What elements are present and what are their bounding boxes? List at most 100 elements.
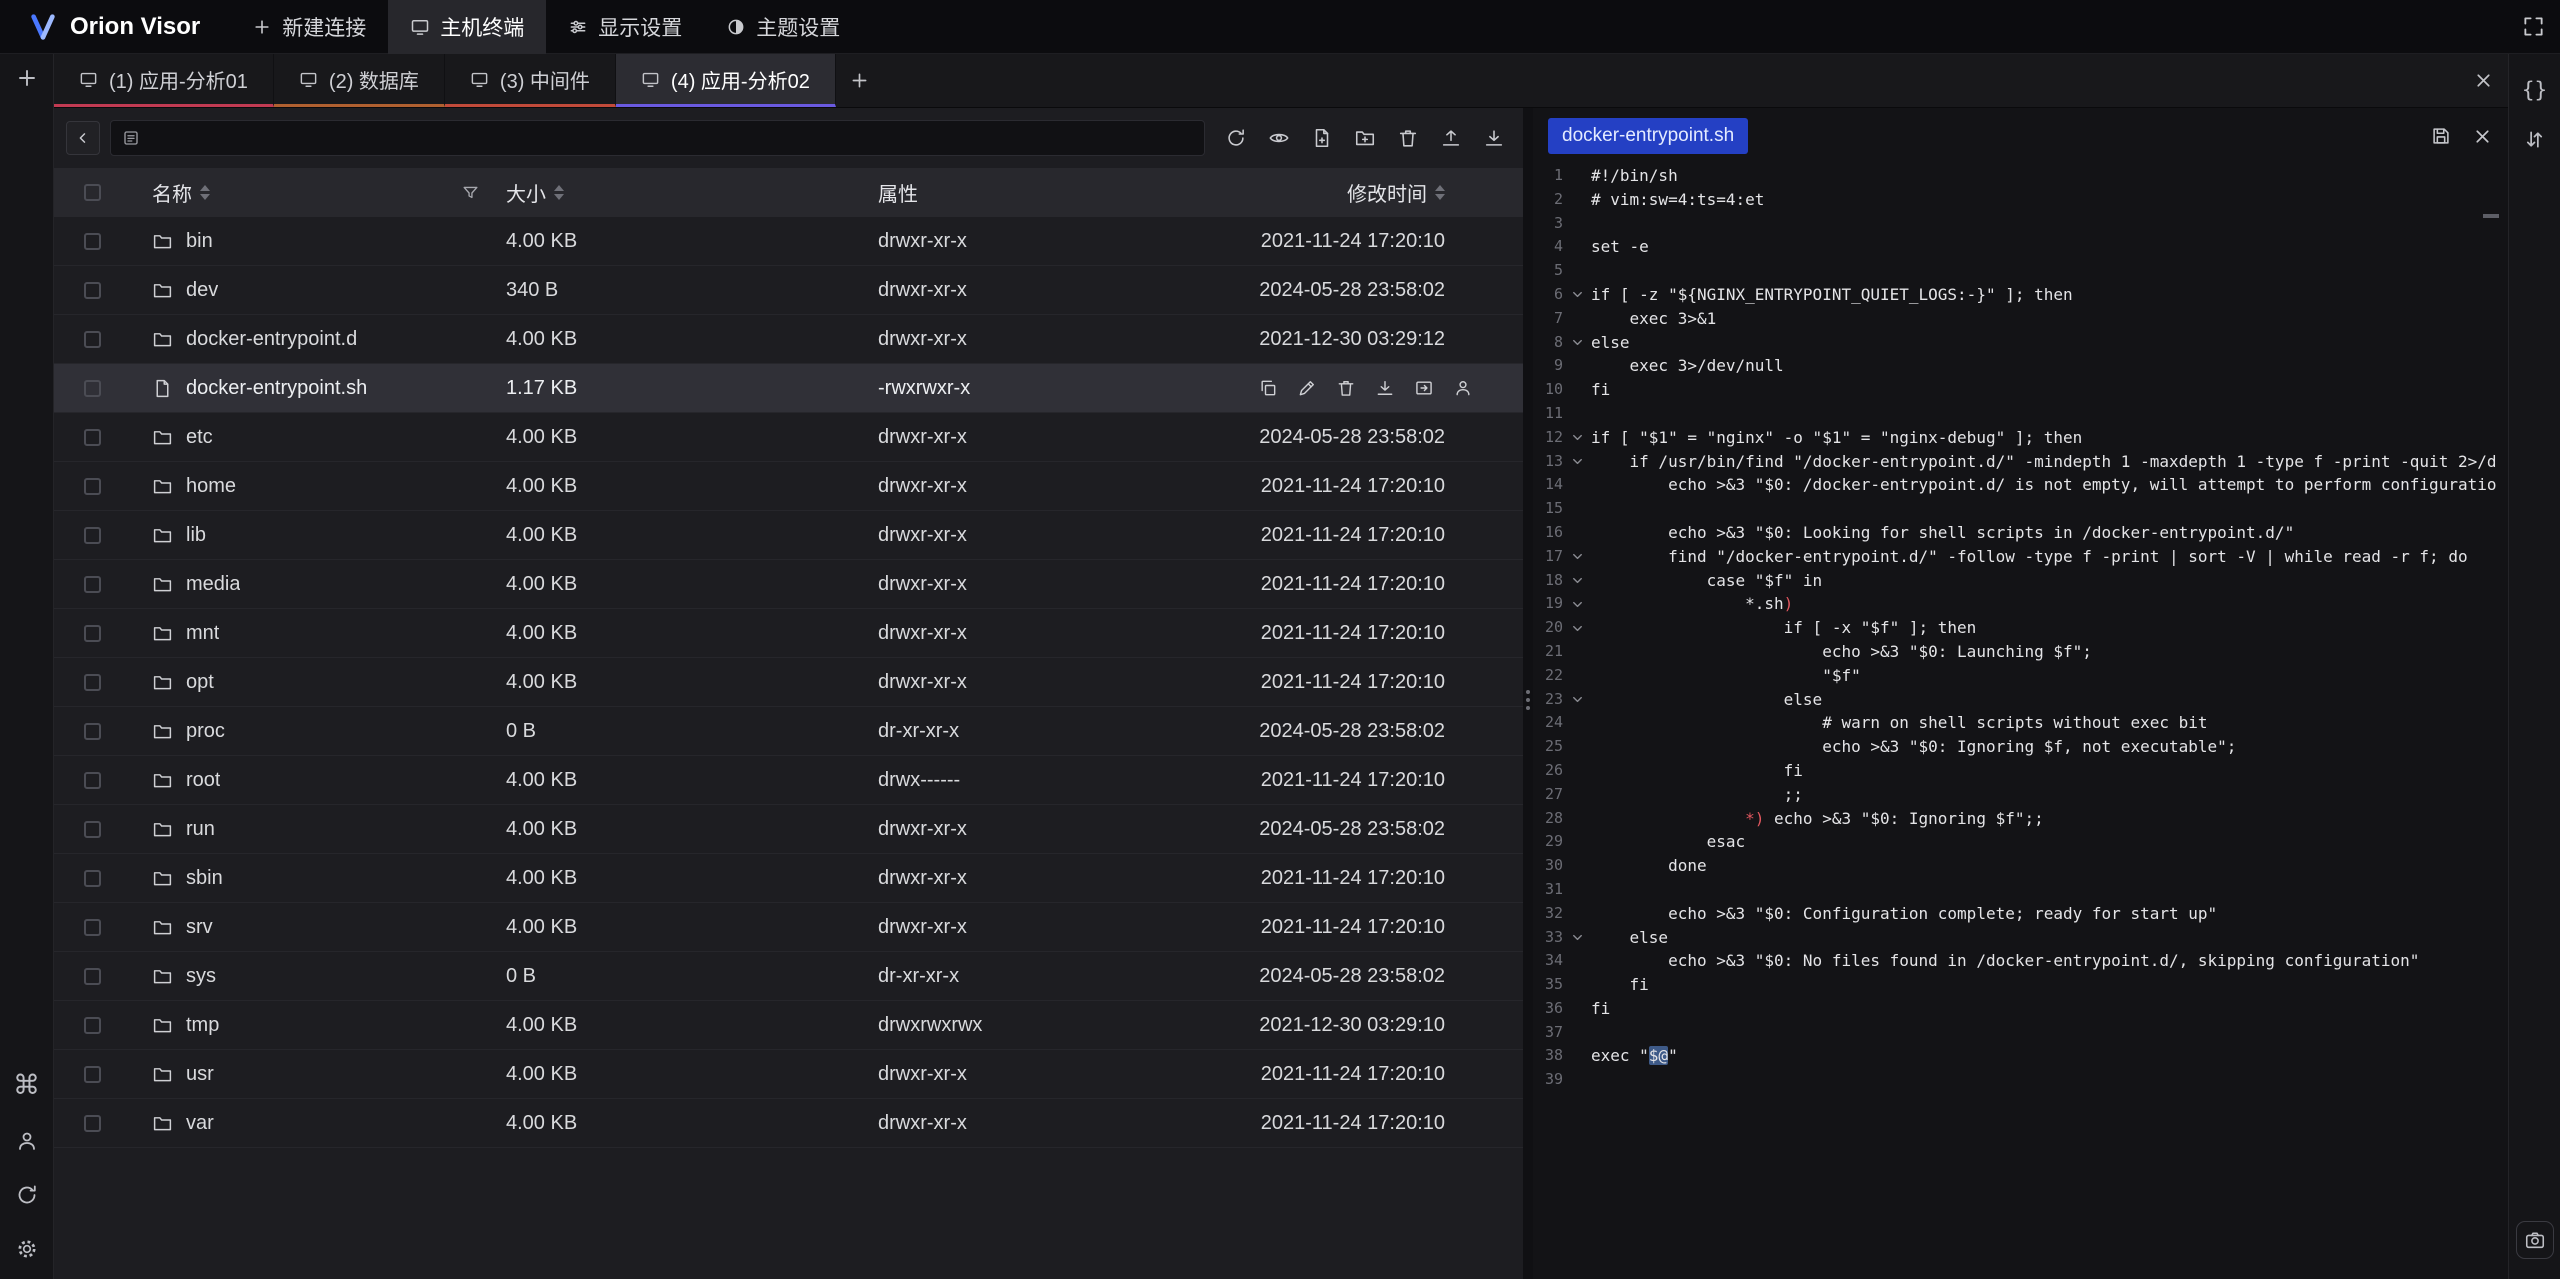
fold-chevron-icon[interactable] [1563,545,1591,569]
add-tab-plus-icon[interactable] [836,54,884,107]
row-checkbox[interactable] [84,625,101,642]
editor-file-tab[interactable]: docker-entrypoint.sh [1548,118,1748,154]
screenshot-camera-icon[interactable] [2516,1221,2554,1259]
file-name: mnt [186,622,219,645]
row-checkbox[interactable] [84,233,101,250]
file-row[interactable]: lib4.00 KBdrwxr-xr-x2021-11-24 17:20:10 [54,511,1523,560]
file-row[interactable]: sys0 Bdr-xr-xr-x2024-05-28 23:58:02 [54,952,1523,1001]
file-row[interactable]: run4.00 KBdrwxr-xr-x2024-05-28 23:58:02 [54,805,1523,854]
select-all-checkbox[interactable] [84,184,101,201]
save-icon[interactable] [2430,125,2452,147]
swap-vertical-icon[interactable] [2523,128,2546,151]
path-input[interactable] [110,120,1205,156]
row-checkbox[interactable] [84,380,101,397]
row-checkbox[interactable] [84,723,101,740]
download-icon[interactable] [1375,378,1395,398]
fullscreen-icon[interactable] [2522,15,2560,38]
row-checkbox[interactable] [84,331,101,348]
row-checkbox[interactable] [84,527,101,544]
file-row[interactable]: usr4.00 KBdrwxr-xr-x2021-11-24 17:20:10 [54,1050,1523,1099]
file-row[interactable]: docker-entrypoint.d4.00 KBdrwxr-xr-x2021… [54,315,1523,364]
gear-icon[interactable] [15,1237,39,1261]
show-hidden-eye-icon[interactable] [1268,127,1290,149]
file-row[interactable]: media4.00 KBdrwxr-xr-x2021-11-24 17:20:1… [54,560,1523,609]
row-checkbox[interactable] [84,282,101,299]
nav-item-new-connection[interactable]: 新建连接 [230,0,388,54]
new-folder-icon[interactable] [1354,127,1376,149]
row-checkbox[interactable] [84,1066,101,1083]
sort-mtime-icon[interactable] [1435,185,1445,200]
code-line: 7 exec 3>&1 [1533,307,2508,331]
fold-chevron-icon[interactable] [1563,616,1591,640]
braces-icon[interactable]: {} [2522,78,2547,102]
file-row[interactable]: proc0 Bdr-xr-xr-x2024-05-28 23:58:02 [54,707,1523,756]
file-row[interactable]: docker-entrypoint.sh1.17 KB-rwxrwxr-x [54,364,1523,413]
nav-item-theme-settings[interactable]: 主题设置 [704,0,862,54]
file-row[interactable]: var4.00 KBdrwxr-xr-x2021-11-24 17:20:10 [54,1099,1523,1148]
row-checkbox[interactable] [84,870,101,887]
sort-size-icon[interactable] [554,185,564,200]
keyboard-shortcut-icon[interactable]: ⌘ [13,1072,40,1099]
permission-icon[interactable] [1453,378,1473,398]
row-checkbox[interactable] [84,772,101,789]
file-row[interactable]: bin4.00 KBdrwxr-xr-x2021-11-24 17:20:10 [54,217,1523,266]
new-tab-plus-icon[interactable] [15,54,39,90]
filter-funnel-icon[interactable] [461,183,480,202]
file-row[interactable]: srv4.00 KBdrwxr-xr-x2021-11-24 17:20:10 [54,903,1523,952]
row-checkbox[interactable] [84,429,101,446]
row-checkbox[interactable] [84,968,101,985]
row-checkbox[interactable] [84,1017,101,1034]
row-checkbox[interactable] [84,919,101,936]
code-editor[interactable]: 1#!/bin/sh2# vim:sw=4:ts=4:et34set -e56i… [1533,164,2508,1279]
file-row[interactable]: tmp4.00 KBdrwxrwxrwx2021-12-30 03:29:10 [54,1001,1523,1050]
file-row[interactable]: dev340 Bdrwxr-xr-x2024-05-28 23:58:02 [54,266,1523,315]
copy-icon[interactable] [1258,378,1278,398]
file-table: bin4.00 KBdrwxr-xr-x2021-11-24 17:20:10d… [54,217,1523,1279]
fold-chevron-icon[interactable] [1563,592,1591,616]
terminal-tab[interactable]: (3) 中间件 [445,54,616,107]
trash-icon[interactable] [1397,127,1419,149]
file-row[interactable]: mnt4.00 KBdrwxr-xr-x2021-11-24 17:20:10 [54,609,1523,658]
back-button[interactable] [66,121,100,155]
row-checkbox[interactable] [84,1115,101,1132]
fold-spacer [1563,521,1591,545]
row-checkbox[interactable] [84,478,101,495]
file-row[interactable]: opt4.00 KBdrwxr-xr-x2021-11-24 17:20:10 [54,658,1523,707]
move-icon[interactable] [1414,378,1434,398]
terminal-tab[interactable]: (1) 应用-分析01 [54,54,274,107]
path-input-field[interactable] [149,127,1193,149]
fold-chevron-icon[interactable] [1563,569,1591,593]
delete-icon[interactable] [1336,378,1356,398]
edit-icon[interactable] [1297,378,1317,398]
nav-item-host-terminal[interactable]: 主机终端 [388,0,546,54]
nav-item-display-settings[interactable]: 显示设置 [546,0,704,54]
upload-icon[interactable] [1440,127,1462,149]
refresh-icon[interactable] [1225,127,1247,149]
close-panel-icon[interactable] [2473,70,2494,91]
sync-icon[interactable] [15,1183,39,1207]
user-icon[interactable] [15,1129,39,1153]
download-icon[interactable] [1483,127,1505,149]
fold-chevron-icon[interactable] [1563,688,1591,712]
fold-spacer [1563,235,1591,259]
fold-chevron-icon[interactable] [1563,426,1591,450]
file-row[interactable]: home4.00 KBdrwxr-xr-x2021-11-24 17:20:10 [54,462,1523,511]
theme-icon [726,17,746,37]
row-checkbox[interactable] [84,576,101,593]
close-editor-icon[interactable] [2472,126,2493,147]
file-row[interactable]: root4.00 KBdrwx------2021-11-24 17:20:10 [54,756,1523,805]
fold-chevron-icon[interactable] [1563,926,1591,950]
file-row[interactable]: sbin4.00 KBdrwxr-xr-x2021-11-24 17:20:10 [54,854,1523,903]
row-checkbox[interactable] [84,674,101,691]
fold-chevron-icon[interactable] [1563,450,1591,474]
file-row[interactable]: etc4.00 KBdrwxr-xr-x2024-05-28 23:58:02 [54,413,1523,462]
sort-name-icon[interactable] [200,185,210,200]
new-file-icon[interactable] [1311,127,1333,149]
code-line: 39 [1533,1068,2508,1092]
fold-chevron-icon[interactable] [1563,283,1591,307]
terminal-tab[interactable]: (4) 应用-分析02 [616,54,836,107]
panel-splitter[interactable] [1523,108,1533,1279]
fold-chevron-icon[interactable] [1563,331,1591,355]
terminal-tab[interactable]: (2) 数据库 [274,54,445,107]
row-checkbox[interactable] [84,821,101,838]
